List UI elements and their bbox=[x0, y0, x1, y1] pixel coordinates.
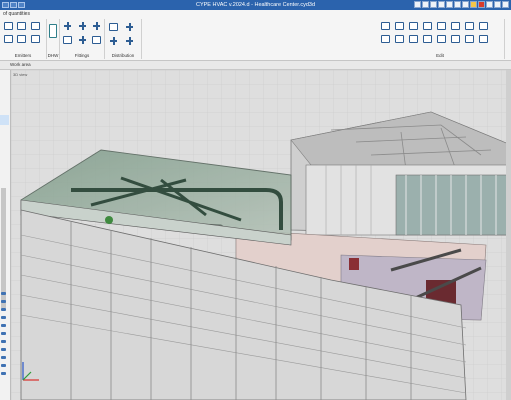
pump-icon[interactable] bbox=[92, 22, 101, 30]
workspace-tab-bar: Work area bbox=[0, 61, 511, 70]
split-icon[interactable] bbox=[465, 22, 474, 30]
maximize-icon[interactable] bbox=[494, 1, 501, 8]
group-label-dhw: DHW bbox=[47, 53, 59, 58]
properties-icon[interactable] bbox=[465, 35, 474, 43]
valve-icon[interactable] bbox=[78, 22, 87, 30]
left-panel-scrollbar[interactable] bbox=[1, 188, 6, 308]
edit-icon[interactable] bbox=[381, 35, 390, 43]
ribbon: of quantities Emitters DHW Fittings Dist… bbox=[0, 10, 511, 61]
group-label-emitters: Emitters bbox=[14, 53, 32, 58]
convector-icon[interactable] bbox=[17, 35, 26, 43]
copy-icon[interactable] bbox=[381, 22, 390, 30]
info-icon[interactable] bbox=[438, 1, 445, 8]
selected-tree-item[interactable] bbox=[0, 115, 9, 125]
list-item-icon[interactable] bbox=[1, 324, 6, 327]
search-icon[interactable] bbox=[479, 35, 488, 43]
list-item-icon[interactable] bbox=[1, 364, 6, 367]
3d-viewport[interactable]: 3D view bbox=[11, 70, 511, 400]
list-item-icon[interactable] bbox=[1, 332, 6, 335]
ribbon-tab-label[interactable]: of quantities bbox=[3, 11, 30, 17]
group-label-fittings: Fittings bbox=[74, 53, 90, 58]
user-icon[interactable] bbox=[414, 1, 421, 8]
help-icon[interactable] bbox=[430, 1, 437, 8]
eye-icon[interactable] bbox=[451, 35, 460, 43]
rotate-icon[interactable] bbox=[409, 22, 418, 30]
water-heater-icon[interactable] bbox=[49, 24, 57, 38]
group-dhw: DHW bbox=[47, 19, 60, 59]
align-icon[interactable] bbox=[437, 22, 446, 30]
group-fittings: Fittings bbox=[60, 19, 105, 59]
radiator-icon[interactable] bbox=[4, 22, 13, 30]
terminal-icon[interactable] bbox=[31, 35, 40, 43]
list-item-icon[interactable] bbox=[1, 300, 6, 303]
mirror-icon[interactable] bbox=[423, 22, 432, 30]
title-bar: CYPE HVAC v.2024.d - Healthcare Center.c… bbox=[0, 0, 511, 10]
column-icon[interactable] bbox=[109, 37, 118, 45]
group-label-distribution: Distribution bbox=[111, 53, 135, 58]
stretch-icon[interactable] bbox=[451, 22, 460, 30]
list-item-icon[interactable] bbox=[1, 340, 6, 343]
right-scrollbar[interactable] bbox=[506, 70, 511, 400]
tee-icon[interactable] bbox=[63, 22, 72, 30]
cloud-icon[interactable] bbox=[454, 1, 461, 8]
join-icon[interactable] bbox=[479, 22, 488, 30]
measure-icon[interactable] bbox=[409, 35, 418, 43]
list-item-icon[interactable] bbox=[1, 356, 6, 359]
close-icon[interactable] bbox=[502, 1, 509, 8]
riser-icon[interactable] bbox=[125, 23, 134, 31]
fan-coil-icon[interactable] bbox=[17, 22, 26, 30]
list-item-icon[interactable] bbox=[1, 372, 6, 375]
building-3d-model[interactable] bbox=[11, 70, 511, 400]
list-item-icon[interactable] bbox=[1, 316, 6, 319]
settings-icon[interactable] bbox=[422, 1, 429, 8]
connector-icon[interactable] bbox=[92, 36, 101, 44]
cross-icon[interactable] bbox=[78, 36, 87, 44]
list-item-icon[interactable] bbox=[1, 292, 6, 295]
ribbon-tab-strip: of quantities bbox=[0, 10, 511, 18]
unit-icon[interactable] bbox=[31, 22, 40, 30]
house-icon[interactable] bbox=[478, 1, 485, 8]
delete-icon[interactable] bbox=[437, 35, 446, 43]
group-distribution: Distribution bbox=[105, 19, 142, 59]
minimize-icon[interactable] bbox=[486, 1, 493, 8]
move-icon[interactable] bbox=[395, 22, 404, 30]
star-icon[interactable] bbox=[470, 1, 477, 8]
arrows-icon[interactable] bbox=[423, 35, 432, 43]
left-panel bbox=[0, 70, 11, 400]
group-emitters: Emitters bbox=[0, 19, 47, 59]
pencil-icon[interactable] bbox=[395, 35, 404, 43]
home-icon[interactable] bbox=[462, 1, 469, 8]
floor-heating-icon[interactable] bbox=[4, 35, 13, 43]
window-toolbar-icons bbox=[414, 1, 509, 8]
branch-icon[interactable] bbox=[125, 37, 134, 45]
list-item-icon[interactable] bbox=[1, 308, 6, 311]
toggle-icon[interactable] bbox=[109, 23, 118, 31]
viewport-label: 3D view bbox=[13, 72, 28, 77]
group-label-edit: Edit bbox=[436, 53, 444, 58]
fitting-icon[interactable] bbox=[63, 36, 72, 44]
bell-icon[interactable] bbox=[446, 1, 453, 8]
workspace-tab[interactable]: Work area bbox=[10, 62, 31, 67]
group-edit: Edit bbox=[376, 19, 505, 59]
list-item-icon[interactable] bbox=[1, 348, 6, 351]
